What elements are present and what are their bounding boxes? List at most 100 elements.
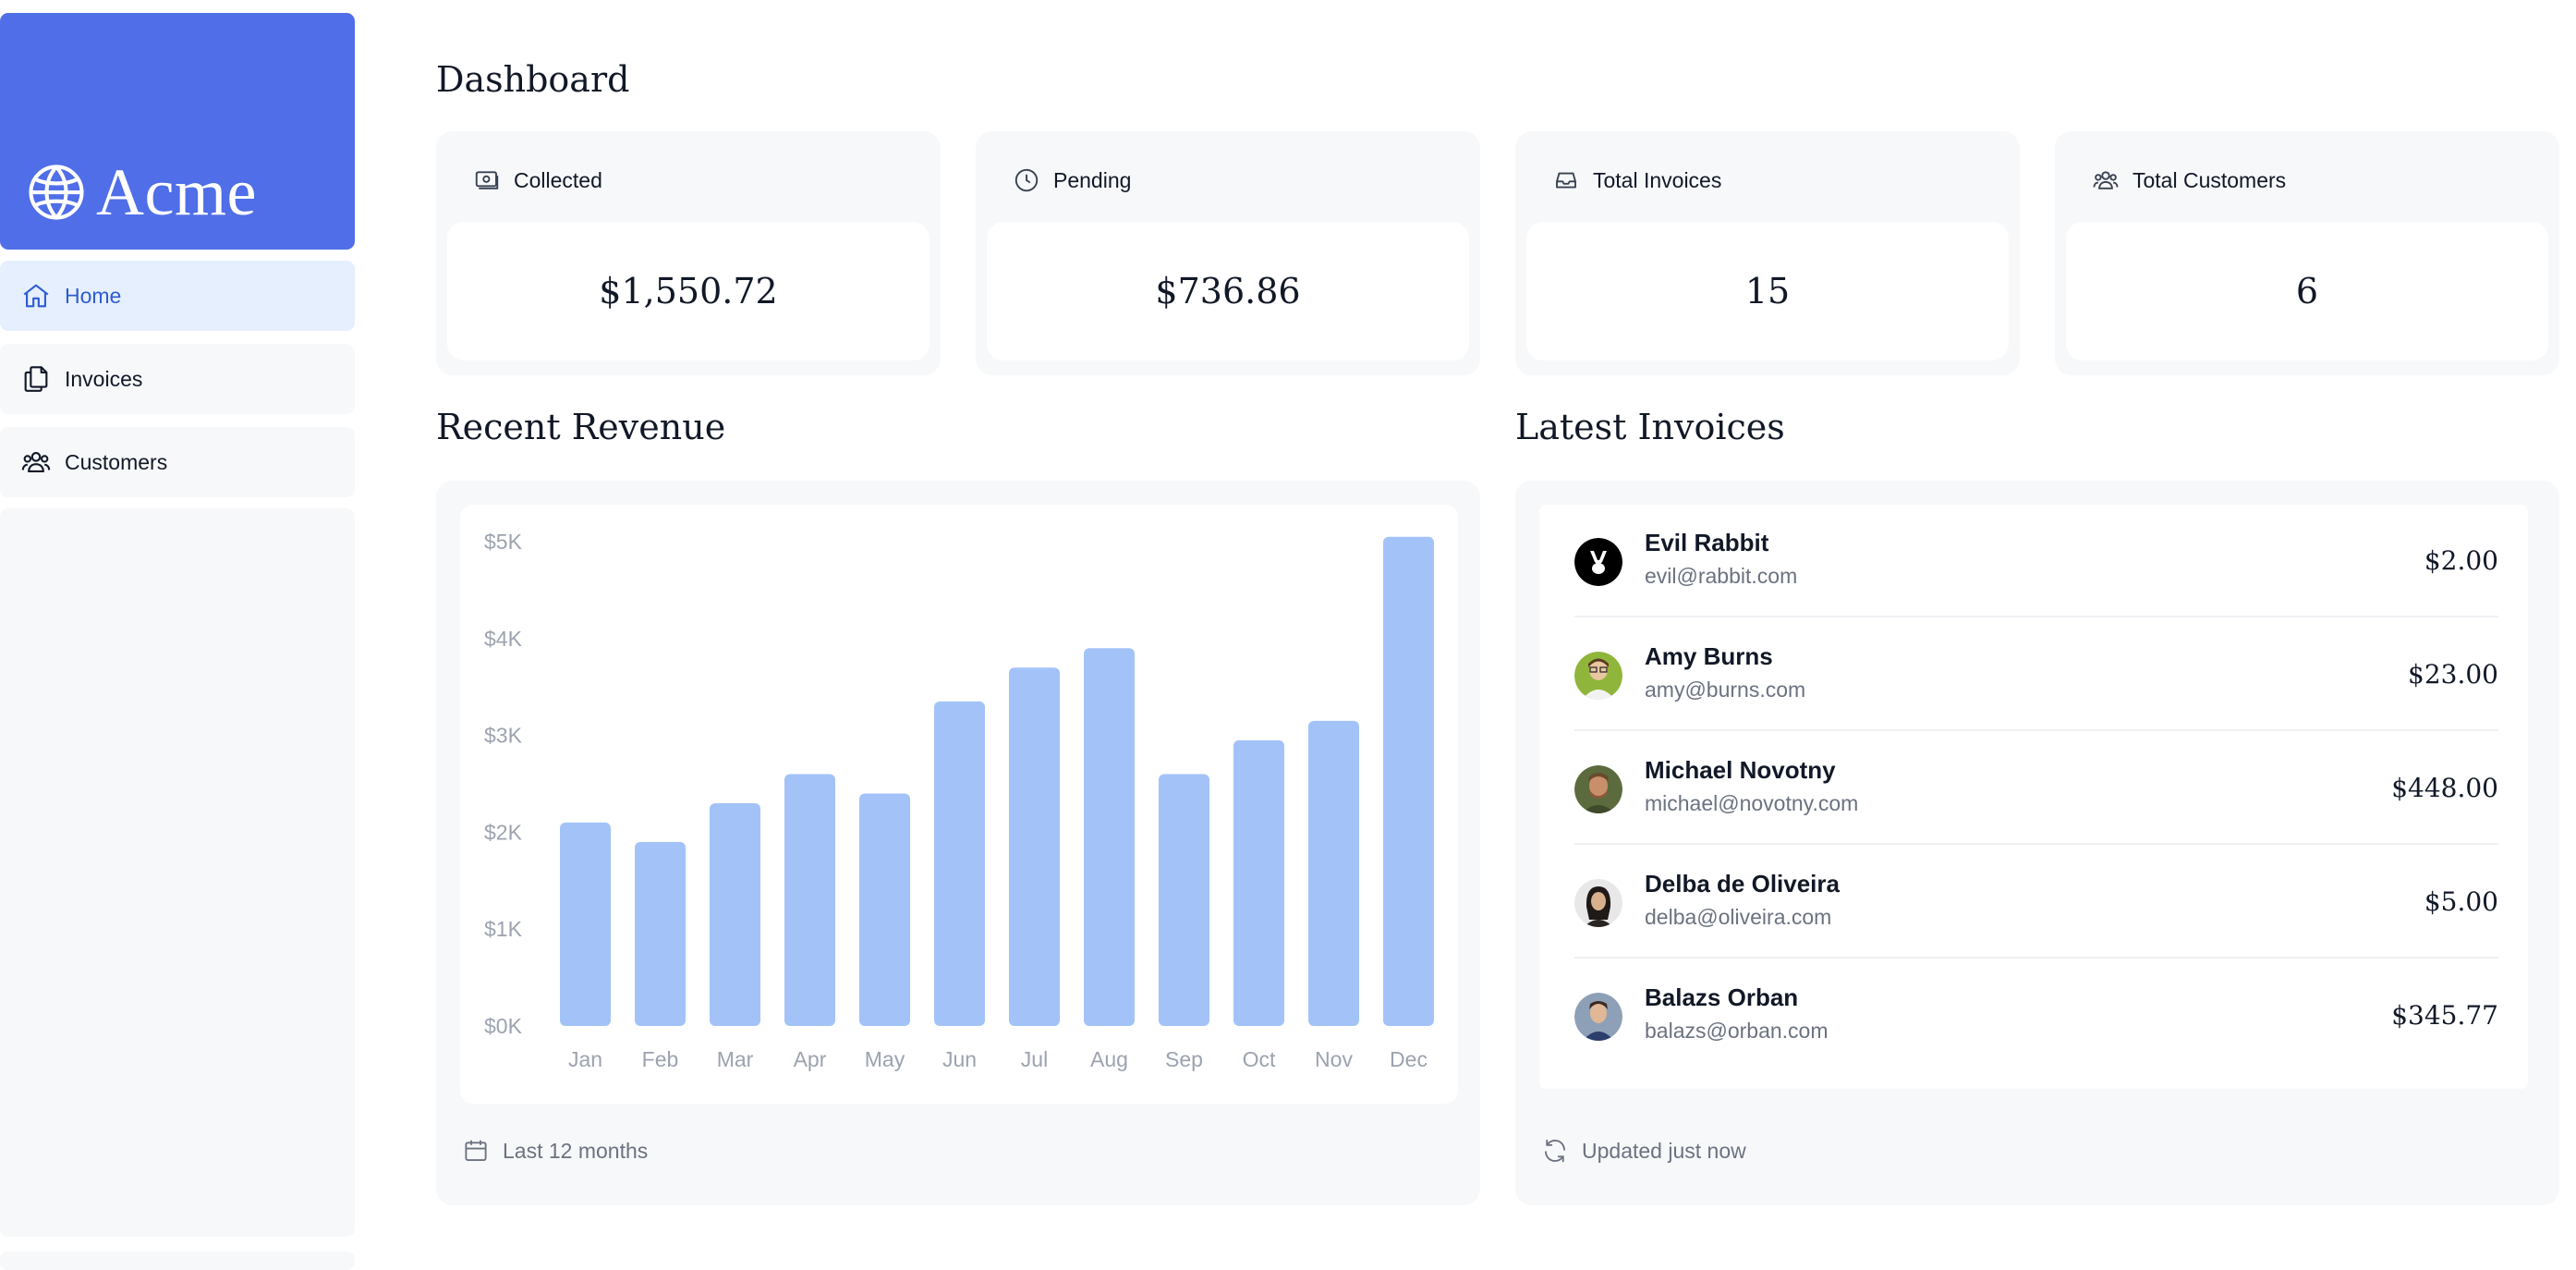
card-label: Total Invoices [1593,167,1722,192]
card-label: Collected [514,167,602,192]
y-tick-label: $4K [484,627,523,651]
card-value: $1,550.72 [447,222,930,360]
card-total-customers: Total Customers 6 [2055,131,2559,375]
invoice-amount: $448.00 [2391,773,2498,803]
brand-name: Acme [96,155,257,229]
bar-mar [710,802,760,1026]
revenue-panel: $5K $4K $3K $2K $1K $0K Jan Feb Mar Apr May Jun Jul A… [436,481,1480,1205]
recent-revenue-title: Recent Revenue [436,407,726,447]
bar-jul [1009,667,1060,1026]
refresh-icon[interactable] [1541,1137,1569,1165]
card-value: $736.86 [987,222,1469,360]
customer-name: Michael Novotny [1645,756,1836,784]
card-label: Total Customers [2132,167,2287,192]
customer-name: Delba de Oliveira [1645,870,1840,898]
x-tick-label: Jan [568,1047,602,1071]
sidebar-item-label: Customers [65,449,168,474]
invoice-amount: $2.00 [2424,545,2498,576]
bar-apr [784,774,835,1026]
invoice-amount: $5.00 [2424,886,2498,917]
revenue-chart: $5K $4K $3K $2K $1K $0K Jan Feb Mar Apr May Jun Jul A… [460,505,1458,1104]
invoice-amount: $23.00 [2408,659,2498,690]
invoices-panel: Evil Rabbit evil@rabbit.com $2.00 Amy Bu… [1515,481,2559,1205]
card-total-invoices: Total Invoices 15 [1515,131,2020,375]
bar-jan [560,822,611,1026]
home-icon [23,284,49,308]
bar-dec [1383,536,1434,1026]
x-tick-label: Feb [642,1047,679,1071]
y-tick-label: $5K [484,530,523,554]
row-divider [1574,843,2498,845]
x-tick-label: May [865,1047,905,1071]
sidebar-item-invoices[interactable]: Invoices [0,344,355,414]
y-tick-label: $2K [484,820,523,844]
y-tick-label: $3K [484,724,523,748]
row-divider [1574,957,2498,959]
x-tick-label: Nov [1315,1047,1353,1071]
invoice-list: Evil Rabbit evil@rabbit.com $2.00 Amy Bu… [1539,505,2528,1089]
page-title: Dashboard [436,59,630,100]
evil-rabbit-avatar [1574,538,1622,586]
row-divider [1574,729,2498,731]
bar-sep [1159,774,1209,1026]
card-value: 15 [1526,222,2009,360]
card-header: Collected [473,166,602,194]
revenue-footer: Last 12 months [462,1137,648,1165]
x-tick-label: Jul [1021,1047,1048,1071]
x-tick-label: Aug [1090,1047,1128,1071]
card-header: Total Invoices [1552,166,1721,194]
sidebar-spacer [0,1252,355,1270]
bar-oct [1233,739,1284,1026]
customer-name: Evil Rabbit [1645,529,1769,556]
list-item[interactable]: Michael Novotny michael@novotny.com $448… [1574,732,2498,845]
latest-invoices-title: Latest Invoices [1515,407,1785,447]
card-value: 6 [2066,222,2548,360]
list-item[interactable]: Evil Rabbit evil@rabbit.com $2.00 [1574,505,2498,617]
logo: Acme [26,159,257,226]
balazs-orban-avatar [1574,993,1622,1041]
calendar-icon [465,1140,487,1161]
list-item[interactable]: Amy Burns amy@burns.com $23.00 [1574,618,2498,731]
sidebar-spacer [0,508,355,1237]
x-tick-label: Sep [1165,1047,1203,1071]
customer-name: Balazs Orban [1645,983,1799,1011]
inbox-icon [1556,172,1576,189]
customer-email: evil@rabbit.com [1645,564,1798,588]
clock-icon [1015,168,1039,192]
sidebar-item-customers[interactable]: Customers [0,427,355,497]
list-item[interactable]: Balazs Orban balazs@orban.com $345.77 [1574,959,2498,1072]
invoices-footer: Updated just now [1541,1137,1746,1165]
document-icon [24,366,48,392]
logo-banner[interactable]: Acme [0,13,355,250]
delba-de-oliveira-avatar [1574,879,1622,927]
customer-name: Amy Burns [1645,642,1773,670]
globe-icon [29,165,84,220]
card-header: Total Customers [2092,166,2286,194]
list-item[interactable]: Delba de Oliveira delba@oliveira.com $5.… [1574,846,2498,959]
x-tick-label: Jun [942,1047,977,1071]
x-tick-label: Apr [794,1047,827,1071]
customer-email: delba@oliveira.com [1645,905,1832,929]
sidebar-item-label: Home [65,283,122,308]
amy-burns-avatar [1574,652,1622,700]
customer-email: michael@novotny.com [1645,791,1859,815]
users-icon [21,452,51,472]
customer-email: balazs@orban.com [1645,1019,1829,1043]
revenue-chart-svg: $5K $4K $3K $2K $1K $0K Jan Feb Mar Apr May Jun Jul A… [484,530,1434,1071]
michael-novotny-avatar [1574,765,1622,813]
card-pending: Pending $736.86 [976,131,1480,375]
sidebar-item-home[interactable]: Home [0,261,355,331]
bar-nov [1308,720,1359,1026]
invoice-amount: $345.77 [2391,1000,2498,1031]
x-tick-label: Dec [1390,1047,1428,1071]
revenue-footer-label: Last 12 months [503,1138,649,1163]
card-collected: Collected $1,550.72 [436,131,941,375]
users-icon [2093,171,2119,189]
x-tick-label: Oct [1243,1047,1276,1071]
y-tick-label: $0K [484,1014,523,1038]
card-header: Pending [1013,166,1131,194]
customer-email: amy@burns.com [1645,678,1806,702]
bar-aug [1084,648,1135,1026]
x-tick-label: Mar [717,1047,754,1071]
banknote-icon [475,171,499,189]
